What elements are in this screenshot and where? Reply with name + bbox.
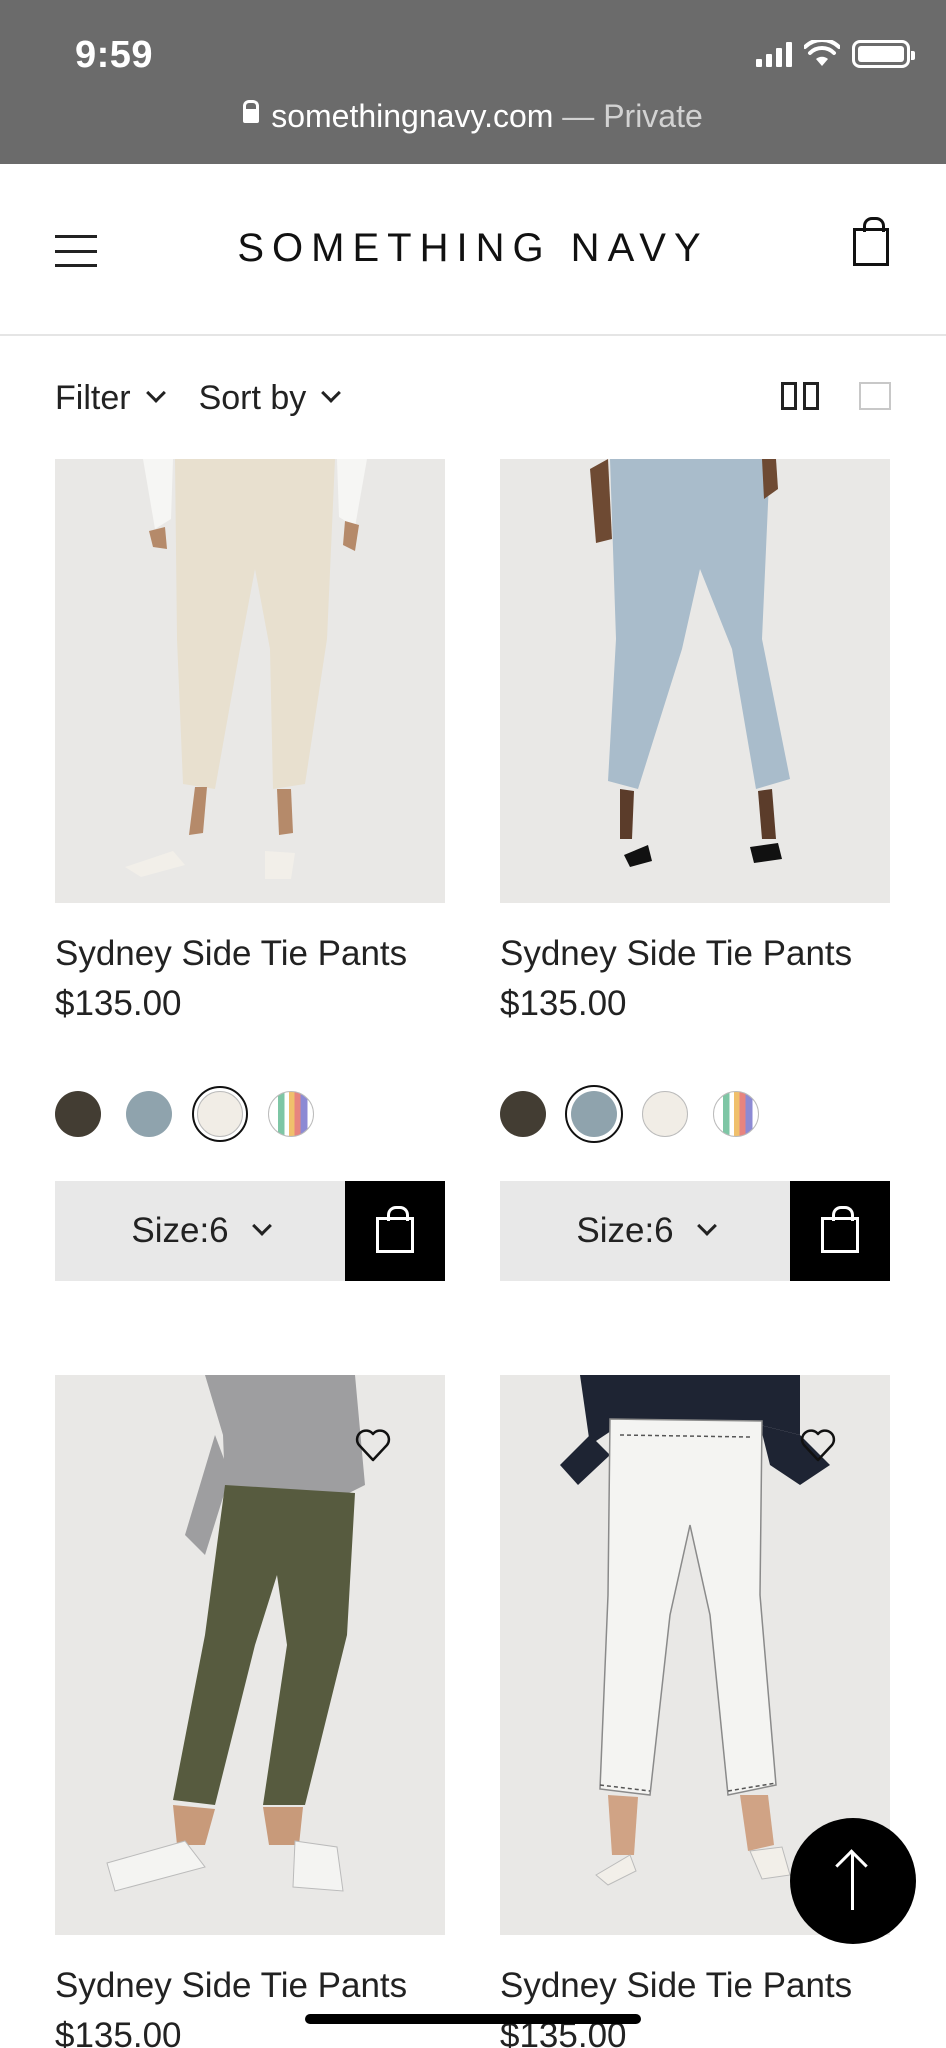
url-separator: — (553, 98, 604, 134)
product-name[interactable]: Sydney Side Tie Pants (500, 1965, 890, 2007)
browser-chrome: 9:59 somethingnavy.com — Private (0, 0, 946, 164)
home-indicator[interactable] (305, 2014, 641, 2024)
shopping-bag-icon (821, 1206, 859, 1253)
color-swatch[interactable] (500, 1091, 546, 1137)
product-card[interactable]: Sydney Side Tie Pants $135.00 Size:6 (500, 459, 890, 1281)
model-pants-photo (125, 459, 367, 879)
listing-toolbar: Filter Sort by (55, 374, 891, 422)
add-to-bag-button[interactable] (345, 1181, 445, 1281)
heart-icon[interactable] (353, 1425, 393, 1465)
product-name[interactable]: Sydney Side Tie Pants (55, 933, 445, 975)
chevron-down-icon (696, 1216, 717, 1236)
size-cart-row: Size:6 (55, 1181, 445, 1281)
back-to-top-button[interactable] (790, 1818, 916, 1944)
chevron-down-icon (251, 1216, 272, 1236)
site-logo[interactable]: SOMETHING NAVY (0, 226, 946, 271)
private-mode-label: Private (603, 98, 703, 134)
status-icons (756, 40, 915, 68)
single-column-view-icon[interactable] (859, 382, 891, 410)
lock-icon (243, 99, 260, 123)
color-swatch-selected[interactable] (565, 1085, 623, 1143)
add-to-bag-button[interactable] (790, 1181, 890, 1281)
product-image[interactable] (55, 1375, 445, 1935)
product-card[interactable]: Sydney Side Tie Pants $135.00 Size:6 (55, 459, 445, 1281)
color-swatch[interactable] (55, 1091, 101, 1137)
chevron-down-icon (321, 383, 342, 403)
view-toggle (781, 382, 891, 410)
size-select[interactable]: Size:6 (55, 1181, 345, 1281)
wifi-icon (804, 40, 840, 66)
heart-icon[interactable] (798, 1425, 838, 1465)
product-price: $135.00 (500, 984, 627, 1023)
url-bar[interactable]: somethingnavy.com — Private (0, 98, 946, 135)
product-name[interactable]: Sydney Side Tie Pants (500, 933, 890, 975)
filter-label: Filter (55, 378, 131, 417)
product-card[interactable]: Sydney Side Tie Pants $135.00 (55, 1375, 445, 2048)
battery-icon (852, 40, 915, 68)
size-label: Size:6 (576, 1211, 674, 1250)
two-column-view-icon[interactable] (781, 382, 819, 410)
size-cart-row: Size:6 (500, 1181, 890, 1281)
model-pants-photo (590, 459, 790, 867)
size-select[interactable]: Size:6 (500, 1181, 790, 1281)
product-name[interactable]: Sydney Side Tie Pants (55, 1965, 445, 2007)
status-time: 9:59 (75, 34, 154, 76)
color-swatch[interactable] (126, 1091, 172, 1137)
product-image[interactable] (500, 459, 890, 903)
site-header: SOMETHING NAVY (0, 164, 946, 336)
color-swatches (500, 1085, 890, 1143)
product-image[interactable] (55, 459, 445, 903)
shopping-bag-icon (376, 1206, 414, 1253)
product-card[interactable]: Sydney Side Tie Pants $135.00 (500, 1375, 890, 2048)
size-label: Size:6 (131, 1211, 229, 1250)
filter-button[interactable]: Filter (55, 378, 166, 418)
product-price: $135.00 (55, 984, 182, 1023)
url-domain: somethingnavy.com (271, 98, 554, 134)
color-swatches (55, 1086, 445, 1142)
sort-label: Sort by (198, 378, 307, 417)
color-swatch[interactable] (713, 1091, 759, 1137)
chevron-down-icon (145, 383, 166, 403)
sort-button[interactable]: Sort by (198, 378, 342, 418)
color-swatch[interactable] (268, 1091, 314, 1137)
shopping-bag-icon[interactable] (853, 217, 889, 266)
color-swatch-selected[interactable] (192, 1086, 248, 1142)
color-swatch[interactable] (642, 1091, 688, 1137)
cellular-signal-icon (756, 41, 792, 67)
